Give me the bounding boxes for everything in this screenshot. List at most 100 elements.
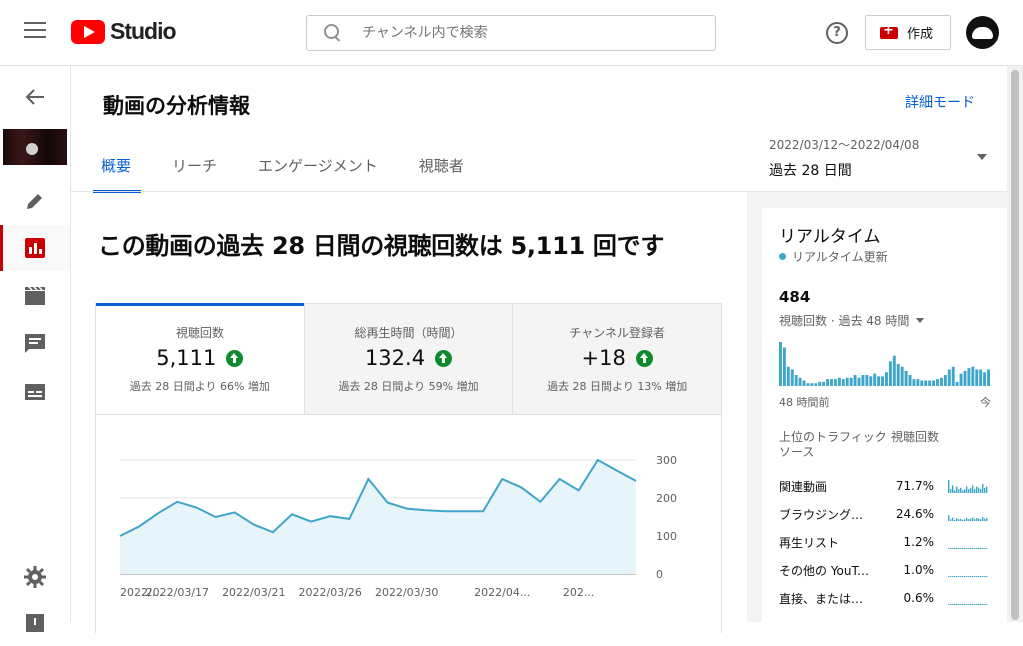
- spark-bar: [968, 576, 970, 577]
- traffic-source-row: 関連動画 71.7%: [779, 472, 994, 500]
- realtime-count-label: 視聴回数 · 過去 48 時間: [779, 314, 910, 328]
- traffic-source-row: 直接、または不明 0.6%: [779, 584, 994, 612]
- traffic-sparkline: [948, 480, 988, 493]
- spark-bar: [952, 517, 954, 521]
- realtime-bar: [833, 379, 837, 386]
- spark-bar: [954, 519, 956, 521]
- spark-bar: [972, 517, 974, 521]
- realtime-bar: [782, 347, 786, 386]
- spark-bar: [980, 519, 982, 521]
- spark-bar: [966, 486, 968, 493]
- tab-overview[interactable]: 概要: [92, 156, 142, 193]
- edit-pencil-icon[interactable]: [0, 178, 70, 224]
- realtime-panel-bg: リアルタイム リアルタイム更新 484 視聴回数 · 過去 48 時間 48 時…: [747, 192, 1007, 628]
- realtime-bar: [786, 366, 790, 386]
- spark-bar: [978, 576, 980, 577]
- spark-bar: [976, 518, 978, 521]
- metric-value-wrap: 5,111: [156, 346, 244, 370]
- page-scrollbar[interactable]: [1007, 66, 1023, 622]
- search-input[interactable]: [362, 25, 692, 41]
- traffic-source-pct: 24.6%: [895, 507, 934, 521]
- create-button[interactable]: 作成: [865, 15, 951, 50]
- traffic-source-pct: 1.0%: [903, 563, 935, 577]
- tab-engagement[interactable]: エンゲージメント: [258, 156, 378, 192]
- realtime-view-count: 484: [779, 288, 811, 306]
- spark-bar: [950, 548, 952, 549]
- realtime-bar: [955, 381, 959, 386]
- menu-icon[interactable]: [24, 22, 46, 42]
- tab-reach[interactable]: リーチ: [172, 156, 217, 192]
- realtime-bar: [826, 379, 830, 386]
- metric-subscribers[interactable]: チャンネル登録者 +18 過去 28 日間より 13% 増加: [512, 304, 722, 414]
- video-thumbnail[interactable]: [3, 129, 67, 165]
- spark-bar: [964, 548, 966, 549]
- account-avatar[interactable]: [966, 16, 999, 49]
- realtime-bar: [896, 364, 900, 386]
- main-content: 動画の分析情報 詳細モード 概要 リーチ エンゲージメント 視聴者 2022/0…: [71, 66, 1007, 633]
- metric-views[interactable]: 視聴回数 5,111 過去 28 日間より 66% 増加: [96, 303, 304, 414]
- traffic-source-pct: 1.2%: [903, 535, 935, 549]
- realtime-bar-chart[interactable]: [779, 340, 991, 386]
- spark-bar: [984, 487, 986, 493]
- spark-bar: [958, 519, 960, 521]
- metric-change: 過去 28 日間より 66% 増加: [129, 380, 270, 393]
- page-title: 動画の分析情報: [103, 94, 250, 118]
- spark-bar: [950, 604, 952, 605]
- realtime-bar: [939, 377, 943, 386]
- spark-bar: [960, 576, 962, 577]
- spark-bar: [958, 576, 960, 577]
- search-box[interactable]: [306, 15, 716, 51]
- spark-bar: [982, 604, 984, 605]
- spark-bar: [978, 487, 980, 493]
- metric-watch-time[interactable]: 総再生時間（時間） 132.4 過去 28 日間より 59% 増加: [303, 304, 513, 414]
- spark-bar: [968, 519, 970, 521]
- realtime-bar: [869, 376, 873, 386]
- spark-bar: [984, 576, 986, 577]
- editor-clapper-icon[interactable]: [0, 273, 70, 319]
- realtime-bar: [947, 369, 951, 386]
- spark-bar: [974, 576, 976, 577]
- realtime-bar: [983, 372, 987, 386]
- back-arrow-icon[interactable]: [0, 74, 70, 120]
- realtime-bar: [928, 380, 932, 386]
- views-chart[interactable]: 01002003002022/...2022/03/17 2022/03/21 20…: [96, 416, 723, 626]
- help-icon[interactable]: ?: [826, 22, 848, 44]
- scrollbar-thumb[interactable]: [1011, 70, 1019, 620]
- y-tick-label: 100: [656, 530, 677, 543]
- feedback-icon[interactable]: [0, 600, 70, 646]
- settings-gear-icon[interactable]: [0, 554, 70, 600]
- metric-value: 5,111: [156, 346, 217, 370]
- realtime-bar: [900, 366, 904, 386]
- advanced-mode-link[interactable]: 詳細モード: [905, 92, 975, 112]
- x-tick-label: 2022/03/21: [222, 586, 285, 599]
- youtube-studio-logo[interactable]: Studio: [71, 18, 177, 45]
- realtime-metric-selector[interactable]: 視聴回数 · 過去 48 時間: [779, 312, 925, 329]
- metric-change: 過去 28 日間より 59% 増加: [338, 380, 479, 393]
- x-tick-label: 2022/03/30: [375, 586, 438, 599]
- tab-audience[interactable]: 視聴者: [419, 156, 464, 192]
- spark-bar: [956, 486, 958, 493]
- realtime-bar: [924, 380, 928, 386]
- top-bar: Studio ? 作成: [0, 0, 1023, 66]
- spark-bar: [970, 518, 972, 521]
- metric-value-wrap: +18: [582, 346, 653, 370]
- spark-bar: [968, 489, 970, 493]
- spark-bar: [948, 515, 950, 521]
- comments-icon[interactable]: [0, 321, 70, 367]
- realtime-bar: [830, 379, 833, 386]
- metric-change: 過去 28 日間より 13% 増加: [547, 380, 688, 393]
- spark-bar: [982, 516, 984, 521]
- realtime-axis-start: 48 時間前: [779, 396, 830, 409]
- analytics-icon[interactable]: [0, 225, 70, 271]
- y-tick-label: 0: [656, 568, 663, 581]
- spark-bar: [962, 519, 964, 521]
- realtime-bar: [881, 376, 884, 386]
- spark-bar: [974, 604, 976, 605]
- realtime-bar: [987, 369, 990, 386]
- arrow-up-icon: [226, 349, 244, 367]
- spark-bar: [968, 548, 970, 549]
- date-range-picker[interactable]: 2022/03/12～2022/04/08 過去 28 日間: [769, 136, 991, 180]
- spark-bar: [982, 576, 984, 577]
- metrics-card: 視聴回数 5,111 過去 28 日間より 66% 増加 総再生時間（時間） 1…: [95, 303, 722, 633]
- subtitles-icon[interactable]: [0, 369, 70, 415]
